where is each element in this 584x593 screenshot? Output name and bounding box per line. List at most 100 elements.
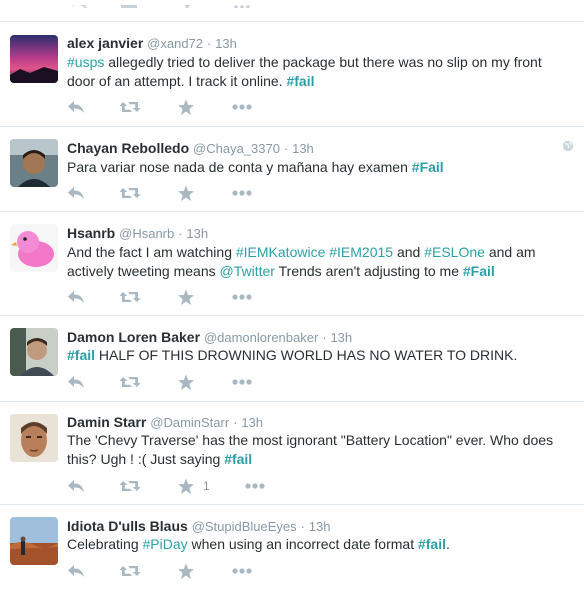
favorite-button[interactable]: [177, 562, 195, 580]
retweet-icon: [119, 102, 141, 112]
timestamp[interactable]: 13h: [186, 226, 208, 241]
tweet-text: Para variar nose nada de conta y mañana …: [67, 158, 572, 177]
hashtag-link[interactable]: #fail: [67, 347, 95, 363]
tweet-actions: [67, 98, 327, 116]
more-icon: [232, 379, 252, 385]
user-handle[interactable]: @StupidBlueEyes: [192, 519, 297, 534]
avatar[interactable]: [10, 517, 58, 565]
favorite-button[interactable]: [177, 184, 195, 202]
timestamp[interactable]: 13h: [215, 36, 237, 51]
favorite-button[interactable]: 1: [177, 477, 210, 495]
favorite-count: 1: [203, 479, 210, 493]
hashtag-link[interactable]: #IEMKatowice: [236, 244, 325, 260]
more-button[interactable]: [232, 373, 252, 391]
user-name[interactable]: Hsanrb: [67, 225, 115, 241]
timestamp[interactable]: 13h: [330, 330, 352, 345]
retweet-button[interactable]: [119, 288, 141, 306]
reply-icon: [68, 291, 84, 303]
user-name[interactable]: alex janvier: [67, 35, 143, 51]
hashtag-link[interactable]: #usps: [67, 54, 104, 70]
tweet-header: Damon Loren Baker @damonlorenbaker · 13h: [67, 328, 352, 347]
reply-button[interactable]: [67, 373, 85, 391]
user-handle[interactable]: @xand72: [147, 36, 203, 51]
retweet-icon: [119, 292, 141, 302]
retweet-button[interactable]: [119, 477, 141, 495]
avatar[interactable]: [10, 414, 58, 462]
timestamp[interactable]: 13h: [241, 415, 263, 430]
avatar[interactable]: [10, 224, 58, 272]
user-handle[interactable]: @Chaya_3370: [193, 141, 280, 156]
user-name[interactable]: Chayan Rebolledo: [67, 140, 189, 156]
hashtag-link[interactable]: #Fail: [463, 263, 495, 279]
avatar[interactable]: [10, 328, 58, 376]
tweet-item[interactable]: Damon Loren Baker @damonlorenbaker · 13h…: [0, 315, 584, 401]
favorite-icon: [178, 185, 194, 201]
reply-button[interactable]: [67, 477, 85, 495]
globe-icon[interactable]: [562, 140, 574, 152]
hashtag-link[interactable]: #ESLOne: [424, 244, 485, 260]
more-button[interactable]: [232, 288, 252, 306]
favorite-icon: [178, 563, 194, 579]
user-name[interactable]: Damon Loren Baker: [67, 329, 200, 345]
tweet-item[interactable]: Damin Starr @DaminStarr · 13h The 'Chevy…: [0, 401, 584, 504]
retweet-button[interactable]: [119, 373, 141, 391]
user-handle[interactable]: @DaminStarr: [150, 415, 229, 430]
favorite-button[interactable]: [177, 288, 195, 306]
more-button[interactable]: [232, 98, 252, 116]
favorite-icon: [178, 99, 194, 115]
user-handle[interactable]: @Hsanrb: [119, 226, 174, 241]
user-name[interactable]: Idiota D'ulls Blaus: [67, 518, 188, 534]
tweet-actions: [67, 184, 327, 202]
retweet-button[interactable]: [119, 98, 141, 116]
tweet-text-segment: when using an incorrect date format: [187, 536, 418, 552]
reply-button[interactable]: [67, 184, 85, 202]
hashtag-link[interactable]: #PiDay: [143, 536, 188, 552]
tweet-text-segment: and: [393, 244, 425, 260]
hashtag-link[interactable]: #fail: [286, 73, 314, 89]
retweet-icon: [119, 566, 141, 576]
hashtag-link[interactable]: #IEM2015: [329, 244, 393, 260]
retweet-icon: [119, 377, 141, 387]
tweet-item[interactable]: Chayan Rebolledo @Chaya_3370 · 13h Para …: [0, 126, 584, 211]
user-handle[interactable]: @damonlorenbaker: [204, 330, 318, 345]
retweet-button[interactable]: [119, 184, 141, 202]
tweet-item[interactable]: Hsanrb @Hsanrb · 13h And the fact I am w…: [0, 211, 584, 315]
retweet-button[interactable]: [119, 562, 141, 580]
mention-link[interactable]: @Twitter: [220, 263, 275, 279]
more-icon: [245, 483, 265, 489]
hashtag-link[interactable]: #Fail: [412, 159, 444, 175]
tweet-header: Chayan Rebolledo @Chaya_3370 · 13h: [67, 139, 314, 158]
reply-button[interactable]: [67, 288, 85, 306]
avatar[interactable]: [10, 35, 58, 83]
hashtag-link[interactable]: #fail: [224, 451, 252, 467]
timestamp[interactable]: 13h: [309, 519, 331, 534]
tweet-item[interactable]: Idiota D'ulls Blaus @StupidBlueEyes · 13…: [0, 504, 584, 593]
separator-dot: ·: [178, 226, 183, 241]
user-name[interactable]: Damin Starr: [67, 414, 146, 430]
favorite-button[interactable]: [177, 98, 195, 116]
reply-button[interactable]: [67, 562, 85, 580]
tweet-text: #usps allegedly tried to deliver the pac…: [67, 53, 572, 91]
more-button[interactable]: [232, 184, 252, 202]
favorite-button[interactable]: [177, 373, 195, 391]
tweet-text-segment: The 'Chevy Traverse' has the most ignora…: [67, 432, 554, 467]
tweet-header: Hsanrb @Hsanrb · 13h: [67, 224, 208, 243]
reply-icon: [68, 376, 84, 388]
more-button[interactable]: [245, 477, 265, 495]
avatar[interactable]: [10, 139, 58, 187]
reply-button[interactable]: [67, 98, 85, 116]
timestamp[interactable]: 13h: [292, 141, 314, 156]
tweet-text-segment: HALF OF THIS DROWNING WORLD HAS NO WATER…: [95, 347, 518, 363]
hashtag-link[interactable]: #fail: [418, 536, 446, 552]
tweet-text-segment: And the fact I am watching: [67, 244, 236, 260]
tweet-text-segment: Para variar nose nada de conta y mañana …: [67, 159, 412, 175]
separator-dot: ·: [300, 519, 305, 534]
more-icon: [232, 104, 252, 110]
tweet-text-segment: Celebrating: [67, 536, 143, 552]
tweet-text: #fail HALF OF THIS DROWNING WORLD HAS NO…: [67, 346, 572, 365]
tweet-header: alex janvier @xand72 · 13h: [67, 34, 237, 53]
tweet-item[interactable]: alex janvier @xand72 · 13h #usps alleged…: [0, 21, 584, 126]
more-button[interactable]: [232, 562, 252, 580]
more-icon: [232, 568, 252, 574]
reply-icon: [68, 565, 84, 577]
